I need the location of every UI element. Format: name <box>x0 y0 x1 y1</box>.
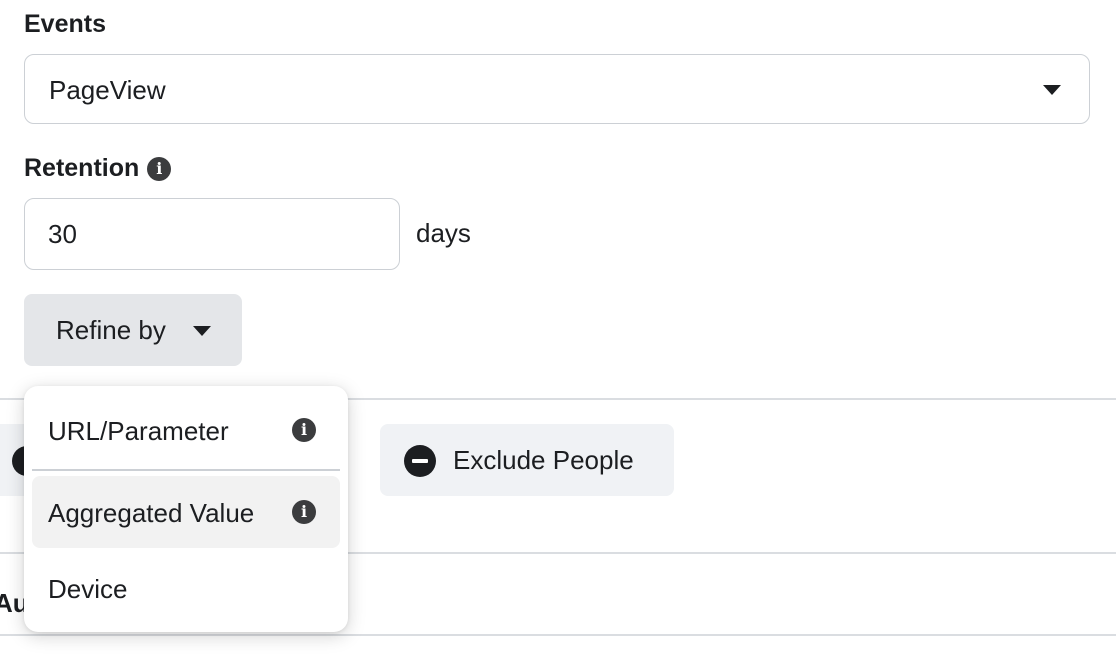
refine-by-dropdown-menu: URL/Parameter i Aggregated Value i Devic… <box>24 386 348 632</box>
menu-item-label: Device <box>48 574 128 604</box>
caret-down-icon <box>1043 85 1061 95</box>
minus-circle-icon <box>404 445 436 477</box>
audience-form: Events PageView Retention i days Refine … <box>0 0 1116 654</box>
events-select[interactable]: PageView <box>24 54 1090 124</box>
retention-unit-label: days <box>416 218 471 248</box>
menu-item-device[interactable]: Device <box>32 552 340 624</box>
section-divider <box>0 634 1116 636</box>
events-label: Events <box>24 10 106 38</box>
exclude-people-label: Exclude People <box>453 445 634 475</box>
info-icon[interactable]: i <box>292 418 316 442</box>
events-select-value: PageView <box>49 75 166 105</box>
caret-down-icon <box>193 326 211 336</box>
info-icon[interactable]: i <box>147 156 172 181</box>
refine-by-button[interactable]: Refine by <box>24 294 242 366</box>
retention-label-group: Retention i <box>24 154 172 183</box>
info-icon[interactable]: i <box>292 500 316 524</box>
refine-by-label: Refine by <box>56 315 166 345</box>
exclude-people-button[interactable]: Exclude People <box>380 424 674 496</box>
retention-label: Retention <box>24 154 140 182</box>
menu-item-label: Aggregated Value <box>48 498 255 528</box>
retention-days-input[interactable] <box>24 198 400 270</box>
menu-item-aggregated-value[interactable]: Aggregated Value i <box>32 476 340 548</box>
menu-item-url-parameter[interactable]: URL/Parameter i <box>32 394 340 466</box>
menu-item-label: URL/Parameter <box>48 416 229 446</box>
menu-divider <box>32 469 340 471</box>
